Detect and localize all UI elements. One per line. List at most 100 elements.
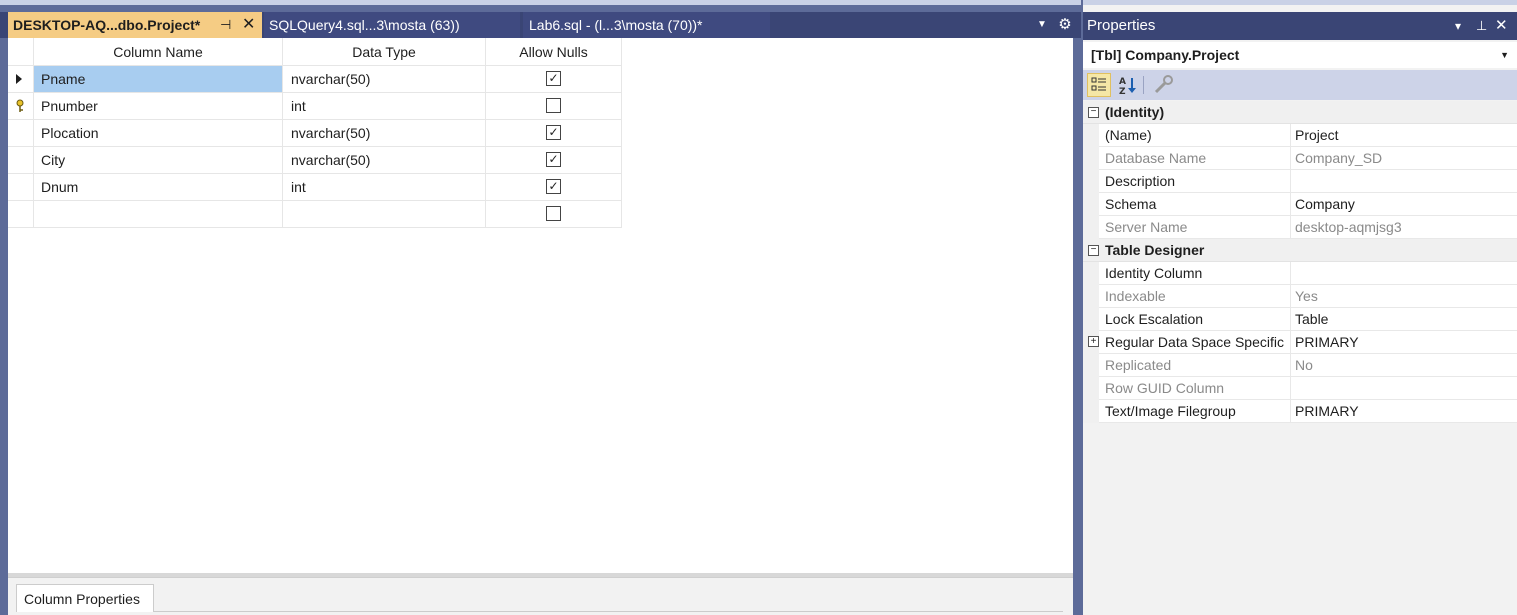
property-row[interactable]: Replicated No — [1083, 354, 1517, 377]
property-gutter — [1083, 147, 1099, 170]
property-category[interactable]: − Table Designer — [1083, 239, 1517, 262]
property-row[interactable]: Row GUID Column — [1083, 377, 1517, 400]
property-category[interactable]: − (Identity) — [1083, 101, 1517, 124]
property-value[interactable]: PRIMARY — [1291, 400, 1517, 423]
document-tab-bar: DESKTOP-AQ...dbo.Project* ⊣ ✕ SQLQuery4.… — [0, 12, 1081, 38]
row-selector[interactable] — [8, 66, 34, 93]
property-value[interactable] — [1291, 262, 1517, 285]
property-row[interactable]: Server Name desktop-aqmjsg3 — [1083, 216, 1517, 239]
property-value[interactable]: Company_SD — [1291, 147, 1517, 170]
property-pages-icon[interactable] — [1151, 73, 1175, 97]
key-icon — [15, 99, 25, 113]
checkbox-icon[interactable] — [546, 206, 561, 221]
categorized-icon[interactable] — [1087, 73, 1111, 97]
property-gutter — [1083, 262, 1099, 285]
row-selector[interactable] — [8, 93, 34, 120]
close-icon[interactable]: ✕ — [1495, 12, 1508, 40]
category-label: (Identity) — [1105, 104, 1165, 120]
checkbox-icon[interactable]: ✓ — [546, 125, 561, 140]
property-name: Indexable — [1099, 285, 1291, 308]
property-value[interactable]: desktop-aqmjsg3 — [1291, 216, 1517, 239]
property-value[interactable]: Project — [1291, 124, 1517, 147]
tab-sqlquery4[interactable]: SQLQuery4.sql...3\mosta (63)) — [264, 12, 520, 38]
property-name: Lock Escalation — [1099, 308, 1291, 331]
gear-icon[interactable]: ⚙ — [1057, 12, 1073, 38]
cell-data-type[interactable]: nvarchar(50) — [283, 66, 486, 93]
property-value[interactable]: PRIMARY — [1291, 331, 1517, 354]
grid-corner — [8, 38, 34, 66]
cell-allow-nulls: ✓ — [486, 174, 622, 201]
property-row[interactable]: Description — [1083, 170, 1517, 193]
property-gutter — [1083, 400, 1099, 423]
property-row[interactable]: Schema Company — [1083, 193, 1517, 216]
pin-icon[interactable]: ⊣ — [220, 12, 231, 38]
property-name: Text/Image Filegroup — [1099, 400, 1291, 423]
property-gutter — [1083, 193, 1099, 216]
property-row[interactable]: + Regular Data Space Specific PRIMARY — [1083, 331, 1517, 354]
property-name: Database Name — [1099, 147, 1291, 170]
cell-column-name[interactable]: Pnumber — [34, 93, 283, 120]
property-row[interactable]: Text/Image Filegroup PRIMARY — [1083, 400, 1517, 423]
table-designer-grid-area[interactable]: Column Name Data Type Allow Nulls Pname n… — [8, 38, 1073, 573]
property-gutter — [1083, 377, 1099, 400]
expand-icon[interactable]: + — [1088, 336, 1099, 347]
cell-allow-nulls: ✓ — [486, 66, 622, 93]
column-properties-pane: Column Properties — [8, 577, 1073, 615]
header-data-type[interactable]: Data Type — [283, 38, 486, 66]
object-selector[interactable]: [Tbl] Company.Project ▼ — [1083, 42, 1517, 68]
dropdown-icon[interactable]: ▼ — [1035, 12, 1049, 38]
property-value[interactable] — [1291, 170, 1517, 193]
properties-panel: Properties ▾ ⊥ ✕ [Tbl] Company.Project ▼… — [1083, 0, 1517, 615]
property-row[interactable]: Indexable Yes — [1083, 285, 1517, 308]
cell-column-name[interactable]: Pname — [34, 66, 283, 93]
checkbox-icon[interactable]: ✓ — [546, 152, 561, 167]
row-selector[interactable] — [8, 147, 34, 174]
tab-label: Lab6.sql - (l...3\mosta (70))* — [529, 17, 703, 33]
cell-data-type[interactable]: int — [283, 93, 486, 120]
close-icon[interactable]: ✕ — [242, 12, 255, 38]
tab-column-properties[interactable]: Column Properties — [16, 584, 154, 612]
row-selector[interactable] — [8, 174, 34, 201]
category-label: Table Designer — [1105, 242, 1205, 258]
tab-lab6[interactable]: Lab6.sql - (l...3\mosta (70))* — [523, 12, 770, 38]
cell-column-name[interactable]: Dnum — [34, 174, 283, 201]
cell-data-type[interactable] — [283, 201, 486, 228]
property-value[interactable]: Company — [1291, 193, 1517, 216]
pin-icon[interactable]: ⊥ — [1476, 12, 1487, 40]
property-gutter — [1083, 308, 1099, 331]
collapse-icon[interactable]: − — [1088, 107, 1099, 118]
collapse-icon[interactable]: − — [1088, 245, 1099, 256]
cell-column-name[interactable] — [34, 201, 283, 228]
alphabetical-icon[interactable]: A Z — [1116, 73, 1140, 97]
checkbox-icon[interactable]: ✓ — [546, 71, 561, 86]
cell-allow-nulls: ✓ — [486, 120, 622, 147]
property-row[interactable]: Lock Escalation Table — [1083, 308, 1517, 331]
top-strip — [0, 0, 1081, 5]
chevron-down-icon[interactable]: ▼ — [1500, 42, 1509, 68]
property-value[interactable]: Yes — [1291, 285, 1517, 308]
checkbox-icon[interactable] — [546, 98, 561, 113]
property-row[interactable]: (Name) Project — [1083, 124, 1517, 147]
property-row[interactable]: Identity Column — [1083, 262, 1517, 285]
cell-data-type[interactable]: nvarchar(50) — [283, 120, 486, 147]
cell-column-name[interactable]: Plocation — [34, 120, 283, 147]
property-name: (Name) — [1099, 124, 1291, 147]
property-row[interactable]: Database Name Company_SD — [1083, 147, 1517, 170]
cell-data-type[interactable]: nvarchar(50) — [283, 147, 486, 174]
tab-table-designer[interactable]: DESKTOP-AQ...dbo.Project* ⊣ ✕ — [8, 12, 262, 38]
property-name: Server Name — [1099, 216, 1291, 239]
property-value[interactable]: No — [1291, 354, 1517, 377]
cell-allow-nulls — [486, 93, 622, 120]
cell-column-name[interactable]: City — [34, 147, 283, 174]
properties-empty-area — [1083, 424, 1517, 615]
header-allow-nulls[interactable]: Allow Nulls — [486, 38, 622, 66]
toolbar-separator — [1143, 76, 1144, 94]
property-value[interactable] — [1291, 377, 1517, 400]
header-column-name[interactable]: Column Name — [34, 38, 283, 66]
dropdown-icon[interactable]: ▾ — [1455, 12, 1461, 40]
checkbox-icon[interactable]: ✓ — [546, 179, 561, 194]
property-value[interactable]: Table — [1291, 308, 1517, 331]
cell-data-type[interactable]: int — [283, 174, 486, 201]
row-selector[interactable] — [8, 201, 34, 228]
row-selector[interactable] — [8, 120, 34, 147]
